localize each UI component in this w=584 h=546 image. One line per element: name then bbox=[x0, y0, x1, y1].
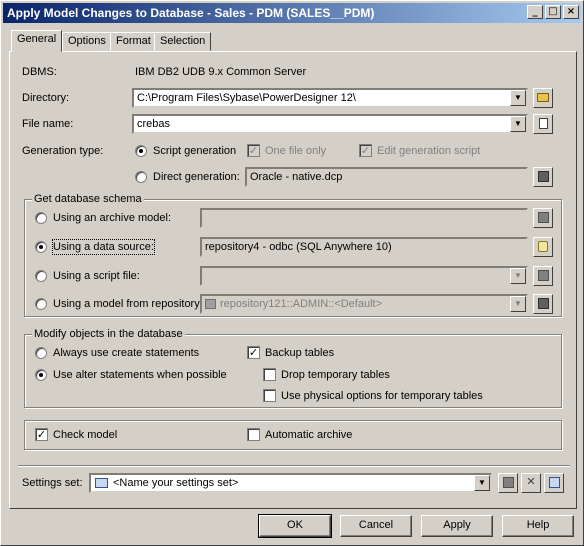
repository-model-combo[interactable]: repository121::ADMIN::<Default> ▼ bbox=[200, 294, 528, 314]
properties-icon bbox=[537, 270, 549, 281]
connect-data-source-button[interactable] bbox=[533, 237, 553, 257]
help-button[interactable]: Help bbox=[502, 515, 574, 537]
archive-model-label: Using an archive model: bbox=[53, 212, 172, 224]
settings-set-value: <Name your settings set> bbox=[113, 477, 239, 489]
delete-icon: ✕ bbox=[526, 476, 536, 488]
folder-icon bbox=[537, 93, 549, 102]
minimize-button[interactable]: _ bbox=[527, 5, 543, 19]
settings-manage-icon bbox=[548, 477, 560, 488]
drop-temp-tables-label: Drop temporary tables bbox=[281, 369, 390, 381]
dbms-value: IBM DB2 UDB 9.x Common Server bbox=[135, 66, 307, 78]
chevron-down-icon[interactable]: ▼ bbox=[510, 268, 526, 284]
script-file-label: Using a script file: bbox=[53, 270, 140, 282]
manage-settings-button[interactable] bbox=[544, 473, 564, 493]
check-model-label: Check model bbox=[53, 429, 118, 441]
repository-model-radio[interactable] bbox=[35, 298, 47, 310]
database-connect-icon bbox=[538, 241, 548, 252]
settings-list-icon bbox=[95, 478, 108, 488]
repository-browse-button[interactable] bbox=[533, 294, 553, 314]
title-bar: Apply Model Changes to Database - Sales … bbox=[3, 3, 581, 23]
data-source-value: repository4 - odbc (SQL Anywhere 10) bbox=[205, 241, 392, 253]
schema-group-title: Get database schema bbox=[32, 192, 144, 206]
script-file-combo[interactable]: ▼ bbox=[200, 266, 528, 286]
backup-tables-checkbox[interactable]: ✓ bbox=[247, 346, 260, 359]
script-file-radio[interactable] bbox=[35, 270, 47, 282]
create-statements-label: Always use create statements bbox=[53, 347, 200, 359]
repository-model-value: repository121::ADMIN::<Default> bbox=[220, 298, 383, 310]
physical-options-label: Use physical options for temporary table… bbox=[281, 390, 483, 402]
script-file-properties-button[interactable] bbox=[533, 266, 553, 286]
close-button[interactable]: × bbox=[563, 5, 579, 19]
delete-settings-button[interactable]: ✕ bbox=[521, 473, 541, 493]
directory-label: Directory: bbox=[22, 92, 70, 104]
drop-temp-tables-checkbox[interactable] bbox=[263, 368, 276, 381]
alter-statements-label: Use alter statements when possible bbox=[53, 369, 227, 381]
repository-icon bbox=[205, 299, 216, 309]
chevron-down-icon[interactable]: ▼ bbox=[474, 475, 490, 491]
direct-generation-value: Oracle - native.dcp bbox=[250, 171, 343, 183]
maximize-button[interactable]: □ bbox=[545, 5, 561, 19]
repository-browse-icon bbox=[537, 298, 549, 309]
properties-icon bbox=[537, 212, 549, 223]
cancel-button[interactable]: Cancel bbox=[340, 515, 412, 537]
dbms-label: DBMS: bbox=[22, 66, 57, 78]
script-generation-label: Script generation bbox=[153, 145, 237, 157]
separator bbox=[18, 465, 570, 467]
filename-label: File name: bbox=[22, 118, 74, 130]
properties-icon bbox=[537, 171, 549, 182]
window-title: Apply Model Changes to Database - Sales … bbox=[7, 6, 375, 20]
automatic-archive-label: Automatic archive bbox=[265, 429, 353, 441]
directory-value: C:\Program Files\Sybase\PowerDesigner 12… bbox=[137, 92, 356, 104]
chevron-down-icon[interactable]: ▼ bbox=[510, 116, 526, 132]
tab-general[interactable]: General bbox=[11, 30, 63, 52]
directory-combo[interactable]: C:\Program Files\Sybase\PowerDesigner 12… bbox=[132, 88, 528, 108]
generation-type-label: Generation type: bbox=[22, 145, 104, 157]
archive-model-field[interactable] bbox=[200, 208, 528, 228]
automatic-archive-checkbox[interactable] bbox=[247, 428, 260, 441]
direct-generation-field[interactable]: Oracle - native.dcp bbox=[245, 167, 528, 187]
data-source-radio[interactable] bbox=[35, 241, 47, 253]
dialog-window: Apply Model Changes to Database - Sales … bbox=[0, 0, 584, 546]
filename-combo[interactable]: crebas ▼ bbox=[132, 114, 528, 134]
one-file-only-label: One file only bbox=[265, 145, 327, 157]
save-settings-button[interactable] bbox=[498, 473, 518, 493]
check-model-checkbox[interactable]: ✓ bbox=[35, 428, 48, 441]
tab-format[interactable]: Format bbox=[110, 32, 157, 51]
ok-button[interactable]: OK bbox=[258, 514, 332, 538]
repository-model-label: Using a model from repository: bbox=[53, 298, 203, 310]
backup-tables-label: Backup tables bbox=[265, 347, 335, 359]
create-statements-radio[interactable] bbox=[35, 347, 47, 359]
edit-generation-script-label: Edit generation script bbox=[377, 145, 481, 157]
apply-button[interactable]: Apply bbox=[421, 515, 493, 537]
settings-set-combo[interactable]: <Name your settings set> ▼ bbox=[89, 473, 492, 493]
data-source-field[interactable]: repository4 - odbc (SQL Anywhere 10) bbox=[200, 237, 528, 257]
browse-directory-button[interactable] bbox=[533, 88, 553, 108]
direct-generation-properties-button[interactable] bbox=[533, 167, 553, 187]
one-file-only-checkbox[interactable]: ✓ bbox=[247, 144, 260, 157]
script-generation-radio[interactable] bbox=[135, 145, 147, 157]
save-icon bbox=[502, 477, 514, 488]
archive-properties-button[interactable] bbox=[533, 208, 553, 228]
archive-model-radio[interactable] bbox=[35, 212, 47, 224]
modify-group-title: Modify objects in the database bbox=[32, 327, 185, 341]
chevron-down-icon[interactable]: ▼ bbox=[510, 90, 526, 106]
tab-options[interactable]: Options bbox=[62, 32, 112, 51]
alter-statements-radio[interactable] bbox=[35, 369, 47, 381]
direct-generation-label: Direct generation: bbox=[153, 171, 240, 183]
filename-value: crebas bbox=[137, 118, 171, 130]
edit-generation-script-checkbox[interactable]: ✓ bbox=[359, 144, 372, 157]
settings-set-label: Settings set: bbox=[22, 477, 83, 489]
tab-selection[interactable]: Selection bbox=[154, 32, 212, 51]
document-icon bbox=[538, 118, 548, 129]
data-source-label: Using a data source: bbox=[52, 239, 155, 255]
physical-options-checkbox[interactable] bbox=[263, 389, 276, 402]
edit-file-button[interactable] bbox=[533, 114, 553, 134]
direct-generation-radio[interactable] bbox=[135, 171, 147, 183]
chevron-down-icon[interactable]: ▼ bbox=[510, 296, 526, 312]
